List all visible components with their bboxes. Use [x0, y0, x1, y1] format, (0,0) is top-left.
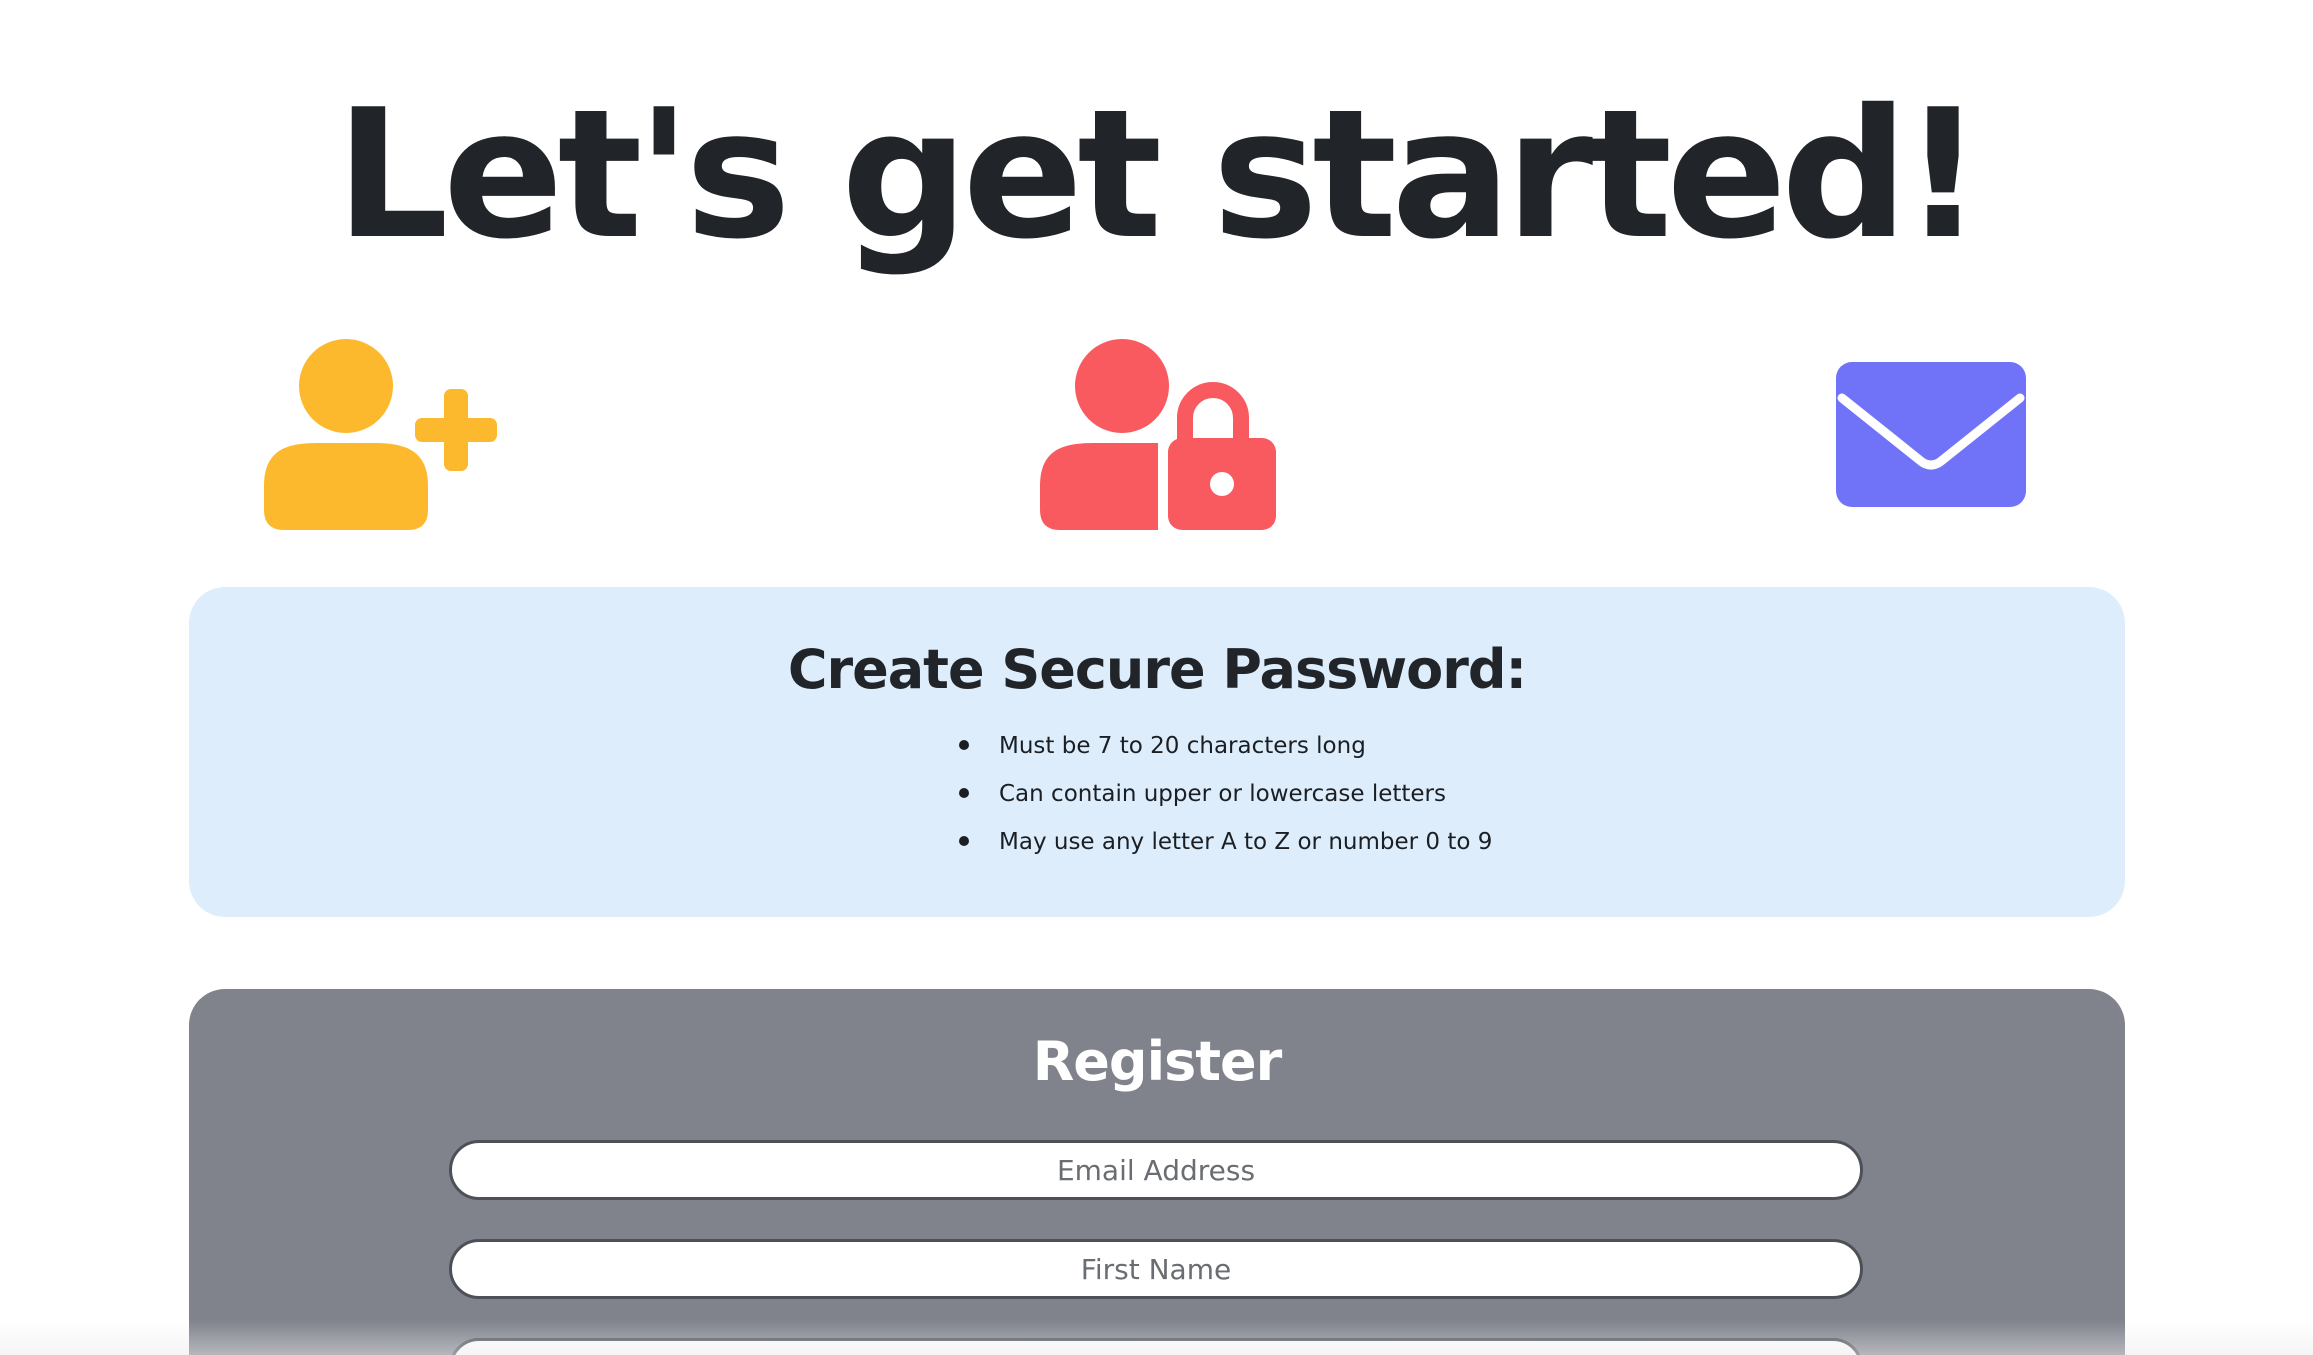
password-rule: May use any letter A to Z or number 0 to… — [959, 818, 1492, 866]
password-rule: Can contain upper or lowercase letters — [959, 770, 1492, 818]
bullet-icon — [959, 788, 969, 798]
first-name-field[interactable] — [449, 1239, 1863, 1299]
user-plus-icon — [264, 339, 497, 530]
password-requirements-heading: Create Secure Password: — [787, 638, 1527, 701]
bullet-icon — [959, 836, 969, 846]
page-title: Let's get started! — [335, 71, 1983, 278]
page: Let's get started! Create Secure Passwor… — [0, 0, 2313, 1355]
register-form: Register — [189, 989, 2125, 1355]
envelope-icon — [1836, 362, 2026, 507]
password-rule-text: Can contain upper or lowercase letters — [999, 781, 1446, 807]
register-heading: Register — [1032, 1030, 1283, 1093]
password-rule-text: May use any letter A to Z or number 0 to… — [999, 829, 1493, 855]
email-field[interactable] — [449, 1140, 1863, 1200]
password-rule-text: Must be 7 to 20 characters long — [999, 733, 1366, 759]
password-rules-list: Must be 7 to 20 characters long Can cont… — [959, 722, 1492, 866]
password-requirements-panel: Create Secure Password: Must be 7 to 20 … — [189, 587, 2125, 917]
next-field[interactable] — [449, 1338, 1863, 1355]
password-rule: Must be 7 to 20 characters long — [959, 722, 1492, 770]
bullet-icon — [959, 740, 969, 750]
user-lock-icon — [1040, 339, 1276, 530]
